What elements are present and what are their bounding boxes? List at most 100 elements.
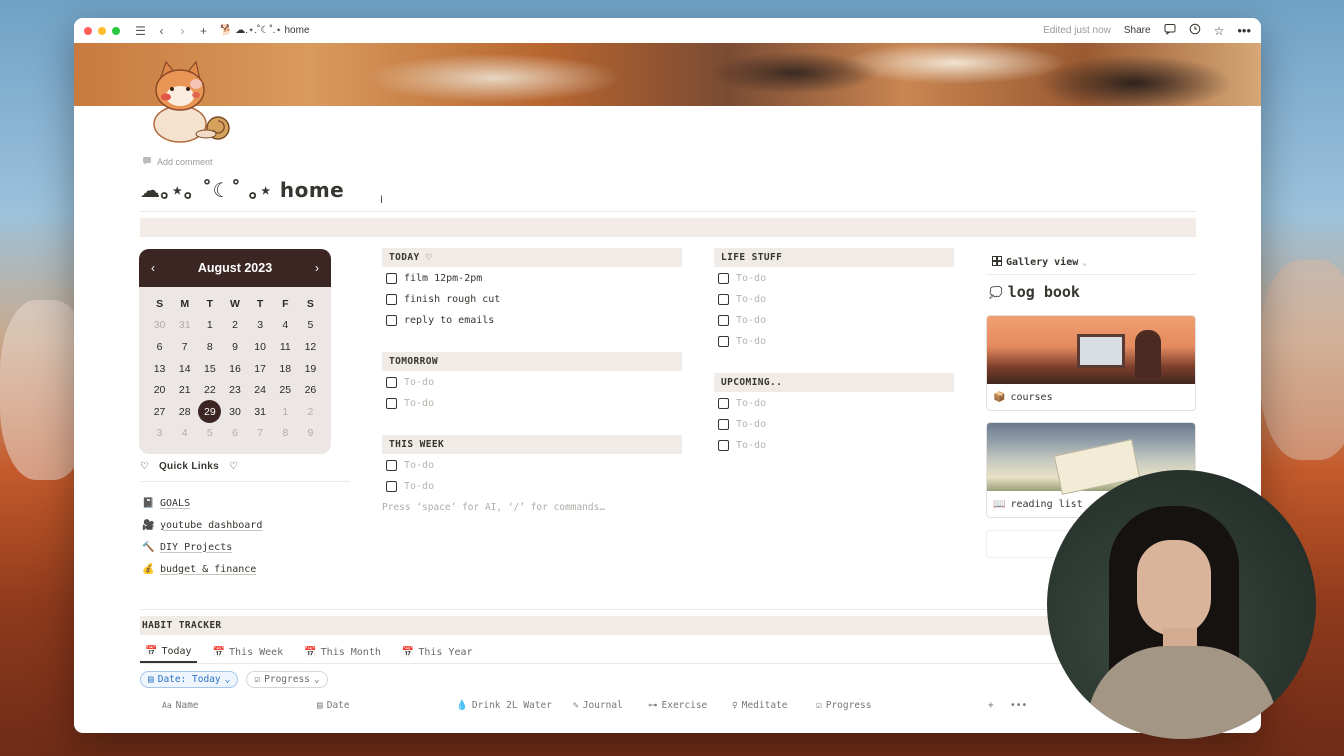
checkbox[interactable]	[386, 272, 397, 284]
calendar-day[interactable]: 2	[298, 401, 323, 423]
calendar-day[interactable]: 6	[147, 336, 172, 358]
shiba-mascot-icon[interactable]	[146, 58, 236, 144]
column-label[interactable]: Meditate	[742, 700, 788, 711]
calendar-day-selected[interactable]: 29	[197, 400, 222, 424]
checkbox[interactable]	[386, 480, 397, 492]
column-name[interactable]: Aa Name	[162, 700, 199, 711]
column-exercise[interactable]: ⊶ Exercise	[648, 700, 707, 711]
cover-image[interactable]	[74, 43, 1261, 106]
tab-this-month[interactable]: 📅 This Month	[299, 641, 386, 663]
minimize-button[interactable]	[98, 26, 106, 35]
todo-item[interactable]: reply to emails	[386, 311, 494, 329]
todo-item[interactable]: film 12pm-2pm	[386, 269, 482, 287]
column-label[interactable]: Exercise	[662, 700, 708, 711]
tab-this-week[interactable]: 📅 This Week	[208, 641, 289, 663]
card-title[interactable]: reading list	[1010, 499, 1082, 510]
todo-item[interactable]: To-do	[386, 394, 434, 412]
calendar-day[interactable]: 30	[147, 315, 172, 337]
calendar-day[interactable]: 4	[273, 315, 298, 337]
calendar-day[interactable]: 16	[222, 358, 247, 380]
gallery-title-text[interactable]: log book	[1008, 283, 1080, 301]
todo-placeholder[interactable]: To-do	[404, 481, 434, 492]
breadcrumb-page-title[interactable]: 🐕 ☁︎.⋆.˚☾˚.⋆ home	[220, 25, 310, 36]
prev-month-button[interactable]: ‹	[151, 261, 155, 275]
zoom-button[interactable]	[112, 26, 120, 35]
checkbox[interactable]	[718, 293, 729, 305]
more-options-icon[interactable]: •••	[1237, 23, 1251, 38]
calendar-day[interactable]: 31	[248, 401, 273, 423]
todo-item[interactable]: To-do	[718, 290, 766, 308]
calendar-day[interactable]: 23	[222, 379, 247, 401]
column-drink-water[interactable]: 💧 Drink 2L Water	[456, 700, 552, 711]
comments-icon[interactable]	[1164, 23, 1176, 38]
quick-link-label[interactable]: budget & finance	[160, 564, 256, 575]
tab-this-year[interactable]: 📅 This Year	[397, 641, 478, 663]
card-title[interactable]: courses	[1010, 392, 1052, 403]
gallery-view-switcher[interactable]: Gallery view ⌄	[992, 256, 1087, 269]
todo-item[interactable]: finish rough cut	[386, 290, 500, 308]
calendar-day[interactable]: 24	[248, 379, 273, 401]
quick-link-label[interactable]: DIY Projects	[160, 542, 232, 553]
checkbox[interactable]	[386, 293, 397, 305]
calendar-day[interactable]: 5	[298, 315, 323, 337]
quick-link-youtube-dashboard[interactable]: 🎥 youtube dashboard	[142, 514, 262, 536]
checkbox[interactable]	[718, 397, 729, 409]
todo-placeholder[interactable]: To-do	[736, 273, 766, 284]
todo-placeholder[interactable]: To-do	[736, 294, 766, 305]
favorite-star-icon[interactable]: ☆	[1214, 24, 1225, 38]
filter-label[interactable]: Date: Today	[158, 674, 221, 685]
checkbox[interactable]	[386, 397, 397, 409]
back-icon[interactable]: ‹	[153, 24, 170, 38]
calendar-day[interactable]: 26	[298, 379, 323, 401]
checkbox[interactable]	[386, 376, 397, 388]
todo-item[interactable]: To-do	[718, 436, 766, 454]
calendar-day[interactable]: 3	[147, 423, 172, 445]
calendar-day[interactable]: 9	[222, 336, 247, 358]
column-label[interactable]: Journal	[583, 700, 623, 711]
calendar-day[interactable]: 25	[273, 379, 298, 401]
calendar-day[interactable]: 12	[298, 336, 323, 358]
add-column-icon[interactable]: +	[988, 700, 994, 711]
todo-item[interactable]: To-do	[718, 415, 766, 433]
share-button[interactable]: Share	[1124, 25, 1151, 36]
calendar-day[interactable]: 5	[197, 423, 222, 445]
forward-icon[interactable]: ›	[174, 24, 191, 38]
card-caption[interactable]: 📦 courses	[987, 384, 1195, 410]
todo-item[interactable]: To-do	[718, 394, 766, 412]
tab-label[interactable]: This Week	[229, 647, 283, 658]
quick-link-goals[interactable]: 📓 GOALS	[142, 492, 262, 514]
todo-text[interactable]: reply to emails	[404, 315, 494, 326]
checkbox[interactable]	[718, 272, 729, 284]
calendar-day[interactable]: 27	[147, 401, 172, 423]
calendar-day[interactable]: 6	[222, 423, 247, 445]
checkbox[interactable]	[718, 418, 729, 430]
todo-item[interactable]: To-do	[386, 456, 434, 474]
new-page-icon[interactable]: +	[195, 24, 212, 38]
calendar-day[interactable]: 2	[222, 315, 247, 337]
calendar-day[interactable]: 30	[222, 401, 247, 423]
column-journal[interactable]: ✎ Journal	[573, 700, 623, 711]
calendar-day[interactable]: 8	[197, 336, 222, 358]
todo-placeholder[interactable]: To-do	[736, 419, 766, 430]
todo-placeholder[interactable]: To-do	[404, 398, 434, 409]
gallery-card-courses[interactable]: 📦 courses	[986, 315, 1196, 411]
todo-placeholder[interactable]: To-do	[736, 315, 766, 326]
calendar-day[interactable]: 10	[248, 336, 273, 358]
calendar-day[interactable]: 1	[197, 315, 222, 337]
calendar-day[interactable]: 28	[172, 401, 197, 423]
tab-today[interactable]: 📅 Today	[140, 641, 197, 663]
tab-label[interactable]: Today	[161, 646, 191, 657]
tab-label[interactable]: This Month	[321, 647, 381, 658]
calendar-day[interactable]: 17	[248, 358, 273, 380]
quick-link-label[interactable]: youtube dashboard	[160, 520, 262, 531]
tab-label[interactable]: This Year	[418, 647, 472, 658]
quick-link-diy-projects[interactable]: 🔨 DIY Projects	[142, 536, 262, 558]
calendar-day[interactable]: 8	[273, 423, 298, 445]
quick-link-label[interactable]: GOALS	[160, 498, 190, 509]
close-button[interactable]	[84, 26, 92, 35]
calendar-day[interactable]: 15	[197, 358, 222, 380]
progress-filter-chip[interactable]: ☑ Progress ⌄	[246, 671, 328, 688]
checkbox[interactable]	[718, 314, 729, 326]
gallery-title[interactable]: 💭 log book	[989, 283, 1080, 301]
calendar-day[interactable]: 31	[172, 315, 197, 337]
